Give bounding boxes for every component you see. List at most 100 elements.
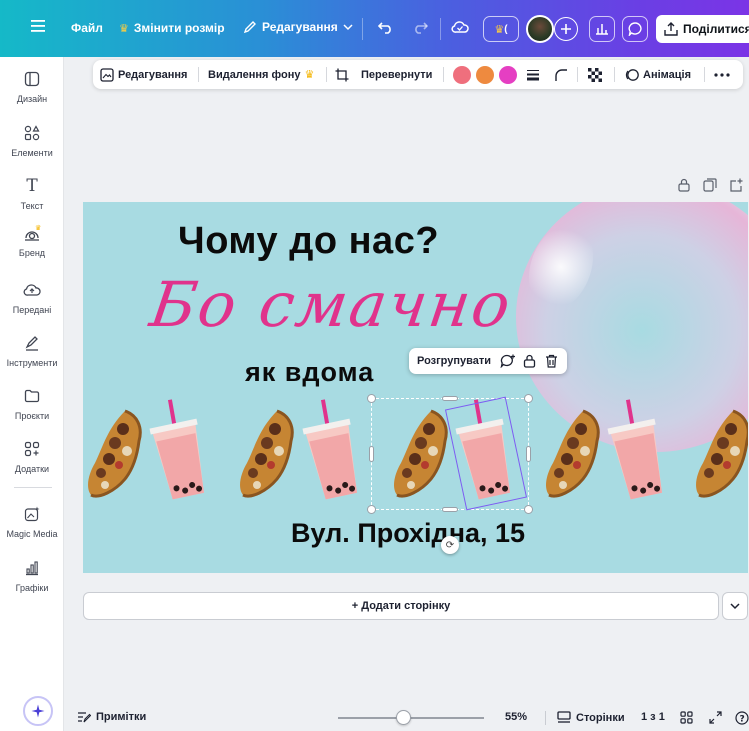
edit-image-button[interactable]: Редагування [100,67,187,82]
grid-view-icon[interactable] [680,711,693,724]
sidebar-item-elements[interactable]: Елементи [0,123,64,158]
fullscreen-icon[interactable] [709,711,722,724]
flip-label: Перевернути [361,68,433,81]
pages-button[interactable]: Сторінки [557,711,625,724]
animate-button[interactable]: Анімація [625,68,691,82]
transparency-icon[interactable] [588,67,602,82]
design-canvas[interactable]: Чому до нас? Бо смачно як вдома Вул. Про… [83,202,748,573]
sidebar-item-label: Елементи [11,148,53,158]
corner-rounding-icon[interactable] [554,68,568,82]
sidebar-item-label: Додатки [14,464,50,474]
comment-add-icon[interactable] [500,354,516,368]
lock-icon[interactable] [677,178,691,192]
top-toolbar: Файл ♛ Змінити розмір Редагування ♛( Под… [0,0,749,57]
resize-handle[interactable] [524,394,533,403]
magic-assistant-button[interactable] [23,696,53,726]
divider [443,67,444,82]
animate-label: Анімація [643,68,691,81]
sidebar-item-magic-media[interactable]: Magic Media [0,504,64,539]
canvas-script-text[interactable]: Бо смачно [146,268,517,341]
sidebar-item-design[interactable]: Дизайн [0,69,64,104]
cloud-saved-icon[interactable] [451,20,469,34]
pages-label: Сторінки [576,711,625,724]
sidebar-item-apps[interactable]: Додатки [0,439,64,474]
zoom-slider-track[interactable] [338,717,484,719]
sidebar-item-label: Дизайн [16,94,48,104]
divider [704,67,705,82]
zoom-level[interactable]: 55% [505,711,527,723]
color-swatch[interactable] [499,65,517,84]
canvas-subheading[interactable]: як вдома [245,357,374,388]
bg-remover-button[interactable]: Видалення фону ♛ [208,68,314,82]
resize-handle[interactable] [369,446,374,462]
avatar[interactable] [526,15,554,43]
bar-chart-icon [596,24,608,35]
bubble-tea-image[interactable] [302,397,362,502]
resize-button[interactable]: ♛ Змінити розмір [119,21,225,35]
lock-icon[interactable] [523,354,536,368]
canvas-heading[interactable]: Чому до нас? [178,220,439,263]
undo-icon[interactable] [378,20,394,34]
sidebar-item-projects[interactable]: Проєкти [0,386,64,421]
rotate-handle-icon[interactable]: ⟳ [441,536,459,554]
sidebar-item-brand[interactable]: ♛ Бренд [0,223,64,258]
premium-button[interactable]: ♛( [483,16,519,42]
cloud-upload-icon [21,280,43,300]
sidebar-item-charts[interactable]: Графіки [0,558,64,593]
menu-icon[interactable] [31,20,45,32]
add-page-icon[interactable] [729,178,743,192]
help-icon[interactable]: ? [735,711,749,725]
canvas-address[interactable]: Вул. Прохідна, 15 [291,518,525,549]
resize-handle[interactable] [524,505,533,514]
redo-icon[interactable] [412,20,428,34]
waffle-image[interactable] [693,407,748,503]
sidebar-item-text[interactable]: T Текст [0,176,64,211]
line-weight-icon[interactable] [526,69,540,81]
bubble-tea-image[interactable] [607,397,667,502]
animation-icon [625,68,639,81]
page-count: 1 з 1 [641,711,665,723]
sidebar-item-tools[interactable]: Інструменти [0,333,64,368]
resize-handle[interactable] [526,446,531,462]
zoom-slider-thumb[interactable] [396,710,411,725]
notes-button[interactable]: Примітки [77,711,146,723]
divider [14,487,52,488]
brand-icon: ♛ [21,223,43,243]
divider [614,67,615,82]
color-swatch[interactable] [453,65,471,84]
duplicate-page-icon[interactable] [703,178,717,192]
sidebar-item-label: Проєкти [14,411,50,421]
pen-tool-icon [21,333,43,353]
crop-icon[interactable] [335,68,349,82]
magic-media-icon [21,504,43,524]
sidebar-item-uploads[interactable]: Передані [0,280,64,315]
ungroup-button[interactable]: Розгрупувати [417,355,491,367]
add-page-label: + Додати сторінку [351,600,451,612]
resize-handle[interactable] [442,507,458,512]
resize-handle[interactable] [367,394,376,403]
bubble-tea-image[interactable] [149,397,209,502]
trash-icon[interactable] [545,354,558,368]
page-options-button[interactable] [722,592,748,620]
waffle-image[interactable] [237,407,295,503]
more-options-icon[interactable] [714,72,730,77]
share-button[interactable]: Поділитися [656,15,749,43]
resize-handle[interactable] [367,505,376,514]
layout-icon [21,69,43,89]
divider [577,67,578,82]
divider [362,18,363,40]
edit-mode-button[interactable]: Редагування [243,20,353,34]
color-swatch[interactable] [476,65,494,84]
flip-button[interactable]: Перевернути [361,69,432,81]
sidebar-item-label: Інструменти [6,358,58,368]
add-page-button[interactable]: + Додати сторінку [83,592,719,620]
edit-mode-label: Редагування [262,20,338,34]
file-menu[interactable]: Файл [71,21,103,35]
waffle-image[interactable] [85,407,143,503]
comments-button[interactable] [622,16,648,42]
add-collaborator-button[interactable] [554,17,578,41]
waffle-image[interactable] [543,407,601,503]
insights-button[interactable] [589,16,615,42]
resize-handle[interactable] [442,396,458,401]
shapes-icon [21,123,43,143]
